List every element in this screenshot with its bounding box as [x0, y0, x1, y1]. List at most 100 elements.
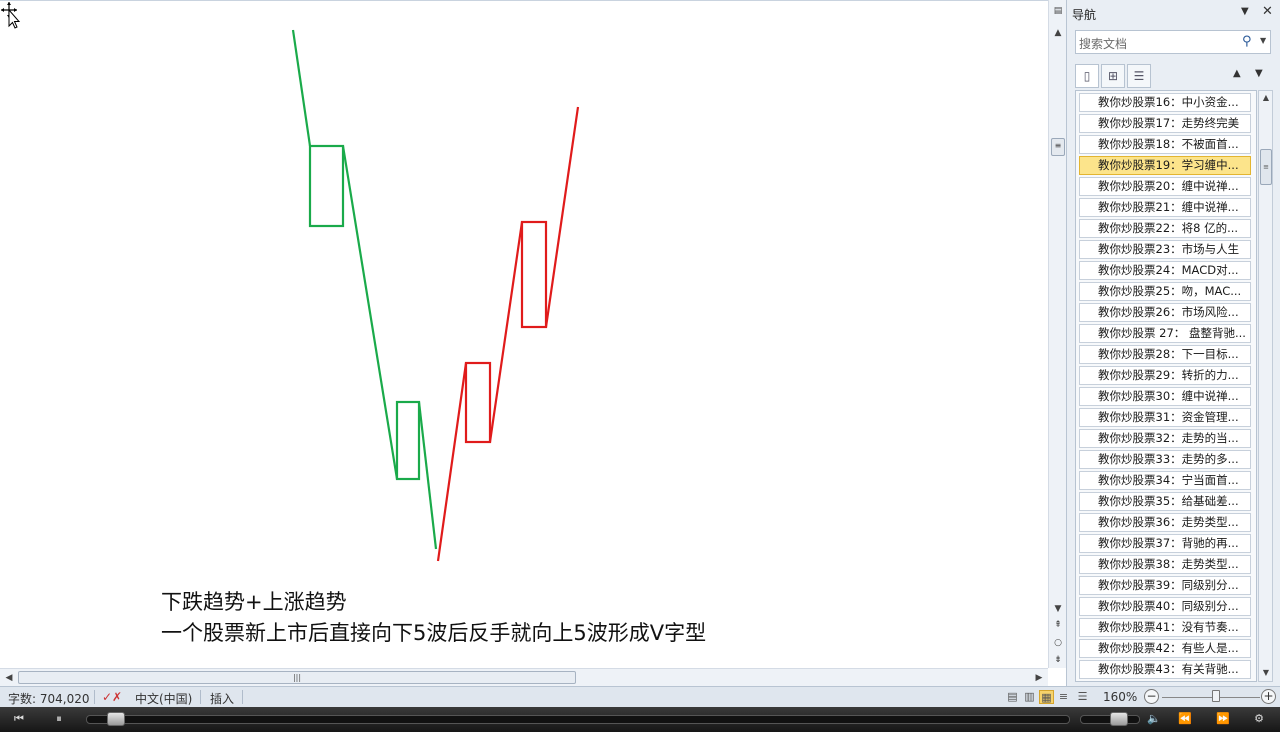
list-scroll-thumb[interactable]: ≡ — [1260, 149, 1272, 185]
next-page-button[interactable]: ⇟ — [1051, 653, 1065, 667]
heading-list-item[interactable]: 教你炒股票29：转折的力... — [1079, 366, 1251, 385]
scroll-down-button[interactable]: ▼ — [1051, 602, 1065, 616]
down-leg-2 — [341, 145, 399, 480]
select-browse-object-button[interactable]: ○ — [1051, 636, 1065, 650]
insert-mode-indicator[interactable]: 插入 — [210, 690, 234, 707]
heading-list-item[interactable]: 教你炒股票16：中小资金... — [1079, 93, 1251, 112]
heading-list-item[interactable]: 教你炒股票31：资金管理... — [1079, 408, 1251, 427]
settings-icon[interactable]: ⚙ — [1250, 712, 1268, 726]
next-heading-arrow-icon[interactable]: ▼ — [1255, 68, 1263, 79]
search-placeholder: 搜索文档 — [1079, 37, 1128, 51]
pause-icon[interactable]: ⏸ — [50, 712, 68, 726]
up-box-2 — [520, 220, 548, 329]
volume-thumb[interactable] — [1110, 712, 1128, 726]
seek-thumb[interactable] — [107, 712, 125, 726]
down-box-1 — [308, 144, 345, 228]
up-leg-2 — [488, 221, 524, 443]
volume-icon[interactable]: 🔈 — [1145, 712, 1163, 726]
heading-list-scrollbar[interactable]: ▲ ≡ ▼ — [1258, 90, 1273, 682]
print-layout-view-icon[interactable]: ▤ — [1005, 690, 1020, 704]
word-window: 下跌趋势+上涨趋势 一个股票新上市后直接向下5波后反手就向上5波形成V字型 ▤ … — [0, 0, 1280, 732]
status-bar: 字数: 704,020 ✓✗ 中文(中国) 插入 ▤ ▥ ▦ ≡ ☰ 160% … — [0, 686, 1280, 707]
scroll-left-button[interactable]: ◀ — [2, 671, 16, 685]
heading-list-item[interactable]: 教你炒股票28：下一目标... — [1079, 345, 1251, 364]
previous-heading-arrow-icon[interactable]: ▲ — [1233, 68, 1241, 79]
heading-list-item[interactable]: 教你炒股票19：学习缠中... — [1079, 156, 1251, 175]
skip-back-icon[interactable]: ⏮ — [10, 712, 28, 726]
heading-list-item[interactable]: 教你炒股票37：背驰的再... — [1079, 534, 1251, 553]
scroll-right-button[interactable]: ▶ — [1032, 671, 1046, 685]
zoom-level[interactable]: 160% — [1103, 690, 1137, 704]
heading-list-item[interactable]: 教你炒股票18：不被面首... — [1079, 135, 1251, 154]
zoom-slider-track[interactable] — [1162, 697, 1260, 698]
heading-list-item[interactable]: 教你炒股票25：吻，MAC... — [1079, 282, 1251, 301]
caption-line-2: 一个股票新上市后直接向下5波后反手就向上5波形成V字型 — [161, 621, 707, 645]
heading-list-item[interactable]: 教你炒股票 27： 盘整背驰... — [1079, 324, 1251, 343]
document-horizontal-scrollbar[interactable]: ◀ ||| ▶ — [0, 668, 1048, 686]
navigation-pane: 导航 ▼ ✕ 搜索文档 ⚲ ▼ ▯ ⊞ ☰ ▲ ▼ 教你炒股票16：中小资金..… — [1066, 0, 1280, 686]
heading-list-item[interactable]: 教你炒股票36：走势类型... — [1079, 513, 1251, 532]
heading-list-item[interactable]: 教你炒股票43：有关背驰... — [1079, 660, 1251, 679]
heading-list-item[interactable]: 教你炒股票17：走势终完美 — [1079, 114, 1251, 133]
heading-list-item[interactable]: 教你炒股票38：走势类型... — [1079, 555, 1251, 574]
heading-list-item[interactable]: 教你炒股票21：缠中说禅... — [1079, 198, 1251, 217]
rewind-icon[interactable]: ⏪ — [1176, 712, 1194, 726]
zoom-in-button[interactable]: + — [1261, 689, 1276, 704]
vertical-scroll-thumb[interactable]: ≡ — [1051, 138, 1065, 156]
results-tab-icon[interactable]: ☰ — [1127, 64, 1151, 88]
seek-bar[interactable] — [86, 715, 1070, 724]
zoom-out-button[interactable]: − — [1144, 689, 1159, 704]
web-layout-view-icon[interactable]: ▦ — [1039, 690, 1054, 704]
full-screen-reading-view-icon[interactable]: ▥ — [1022, 690, 1037, 704]
proofing-icon[interactable]: ✓✗ — [102, 690, 122, 704]
previous-page-button[interactable]: ⇞ — [1051, 618, 1065, 632]
heading-list-item[interactable]: 教你炒股票32：走势的当... — [1079, 429, 1251, 448]
heading-list-item[interactable]: 教你炒股票33：走势的多... — [1079, 450, 1251, 469]
headings-tab-icon[interactable]: ▯ — [1075, 64, 1099, 88]
document-vertical-scrollbar[interactable]: ▤ ▲ ≡ ▼ ⇞ ○ ⇟ — [1048, 0, 1066, 668]
ruler-toggle-icon[interactable]: ▤ — [1051, 4, 1065, 18]
word-count[interactable]: 字数: 704,020 — [8, 690, 89, 707]
v-shape-diagram — [291, 29, 580, 562]
horizontal-scroll-thumb[interactable]: ||| — [18, 671, 576, 684]
heading-list-item[interactable]: 教你炒股票20：缠中说禅... — [1079, 177, 1251, 196]
heading-list: 教你炒股票16：中小资金... 教你炒股票17：走势终完美 教你炒股票18：不被面首… — [1075, 90, 1257, 682]
search-document-input[interactable]: 搜索文档 ⚲ ▼ — [1075, 30, 1271, 54]
down-box-2 — [395, 400, 421, 481]
close-icon[interactable]: ✕ — [1262, 4, 1273, 19]
nav-options-dropdown-icon[interactable]: ▼ — [1241, 6, 1249, 17]
fast-forward-icon[interactable]: ⏩ — [1214, 712, 1232, 726]
pages-tab-icon[interactable]: ⊞ — [1101, 64, 1125, 88]
draft-view-icon[interactable]: ☰ — [1075, 690, 1090, 704]
down-leg-3 — [417, 401, 438, 550]
heading-list-item[interactable]: 教你炒股票23：市场与人生 — [1079, 240, 1251, 259]
down-leg-1 — [291, 29, 312, 147]
heading-list-item[interactable]: 教你炒股票24：MACD对... — [1079, 261, 1251, 280]
media-player-bar: ⏮ ⏸ 🔈 ⏪ ⏩ ⚙ — [0, 707, 1280, 732]
nav-title: 导航 — [1072, 8, 1097, 22]
heading-list-item[interactable]: 教你炒股票35：给基础差... — [1079, 492, 1251, 511]
list-scroll-up-button[interactable]: ▲ — [1260, 92, 1272, 104]
heading-list-item[interactable]: 教你炒股票42：有些人是... — [1079, 639, 1251, 658]
search-icon[interactable]: ⚲ — [1242, 34, 1252, 49]
outline-view-icon[interactable]: ≡ — [1056, 690, 1071, 704]
move-cursor-icon — [1, 2, 21, 29]
search-options-dropdown-icon[interactable]: ▼ — [1260, 36, 1266, 45]
caption-line-1: 下跌趋势+上涨趋势 — [161, 590, 347, 614]
up-leg-3 — [544, 106, 580, 328]
heading-list-item[interactable]: 教你炒股票26：市场风险... — [1079, 303, 1251, 322]
zoom-slider-thumb[interactable] — [1212, 690, 1220, 702]
list-scroll-down-button[interactable]: ▼ — [1260, 667, 1272, 679]
document-page[interactable]: 下跌趋势+上涨趋势 一个股票新上市后直接向下5波后反手就向上5波形成V字型 — [0, 0, 1048, 668]
heading-list-item[interactable]: 教你炒股票40：同级别分... — [1079, 597, 1251, 616]
scroll-up-button[interactable]: ▲ — [1051, 26, 1065, 40]
heading-list-item[interactable]: 教你炒股票34：宁当面首... — [1079, 471, 1251, 490]
heading-list-item[interactable]: 教你炒股票39：同级别分... — [1079, 576, 1251, 595]
nav-header: 导航 ▼ ✕ — [1067, 0, 1280, 26]
language-indicator[interactable]: 中文(中国) — [135, 690, 192, 707]
up-leg-1 — [436, 362, 468, 562]
heading-list-item[interactable]: 教你炒股票22：将8 亿的... — [1079, 219, 1251, 238]
heading-list-item[interactable]: 教你炒股票30：缠中说禅... — [1079, 387, 1251, 406]
up-box-1 — [464, 361, 492, 444]
heading-list-item[interactable]: 教你炒股票41：没有节奏... — [1079, 618, 1251, 637]
